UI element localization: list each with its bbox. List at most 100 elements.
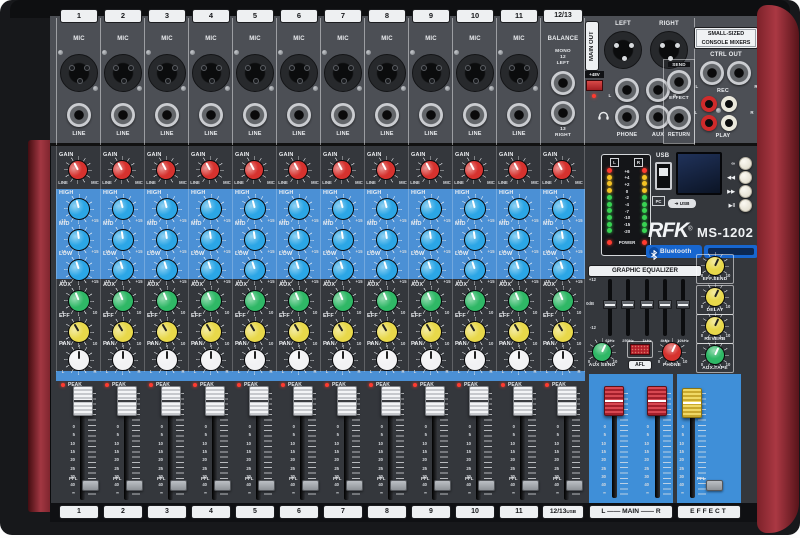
rotary-knob[interactable] [199, 159, 221, 181]
rotary-knob[interactable] [375, 228, 399, 252]
pfl-button[interactable] [126, 480, 143, 491]
line-input-jack[interactable] [111, 103, 135, 127]
rotary-knob[interactable] [419, 348, 443, 372]
rotary-knob[interactable] [243, 348, 267, 372]
fader-cap[interactable] [381, 386, 401, 416]
xlr-mic-connector[interactable] [192, 54, 230, 92]
rotary-knob[interactable] [331, 289, 355, 313]
effect-return-jack[interactable] [667, 106, 691, 130]
main-out-left-xlr[interactable] [604, 31, 642, 69]
rotary-knob[interactable] [419, 159, 441, 181]
rotary-knob[interactable] [551, 289, 575, 313]
rec-left-rca[interactable] [701, 96, 717, 112]
effect-send-jack[interactable] [667, 70, 691, 94]
rotary-knob[interactable] [199, 228, 223, 252]
rotary-knob[interactable] [111, 289, 135, 313]
pfl-button[interactable] [258, 480, 275, 491]
rotary-knob[interactable] [243, 159, 265, 181]
xlr-mic-connector[interactable] [456, 54, 494, 92]
rotary-knob[interactable] [155, 289, 179, 313]
rotary-knob[interactable] [375, 348, 399, 372]
pfl-button[interactable] [302, 480, 319, 491]
rotary-knob[interactable] [287, 228, 311, 252]
rotary-knob[interactable] [67, 197, 91, 221]
xlr-mic-connector[interactable] [324, 54, 362, 92]
rotary-knob[interactable] [111, 197, 135, 221]
rotary-knob[interactable] [155, 159, 177, 181]
ctrl-out-left-jack[interactable] [700, 61, 724, 85]
eq-slider-cap[interactable] [676, 300, 690, 309]
rotary-knob[interactable] [419, 258, 443, 282]
rotary-knob[interactable] [463, 228, 487, 252]
rotary-knob[interactable] [67, 289, 91, 313]
line-input-jack[interactable] [287, 103, 311, 127]
xlr-mic-connector[interactable] [412, 54, 450, 92]
rotary-knob[interactable] [375, 197, 399, 221]
line-input-jack[interactable] [67, 103, 91, 127]
pfl-button[interactable] [478, 480, 495, 491]
play-pause-button[interactable] [739, 199, 752, 212]
rotary-knob[interactable] [375, 159, 397, 181]
fader-cap[interactable] [425, 386, 445, 416]
rotary-knob[interactable] [243, 258, 267, 282]
rotary-knob[interactable] [199, 289, 223, 313]
phones-jack[interactable] [615, 105, 639, 129]
rotary-knob[interactable] [199, 197, 223, 221]
rotary-knob[interactable] [199, 258, 223, 282]
main-left-fader-cap[interactable] [604, 386, 624, 416]
rotary-knob[interactable] [375, 258, 399, 282]
rotary-knob[interactable] [287, 159, 309, 181]
rotary-knob[interactable] [551, 258, 575, 282]
rotary-knob[interactable] [67, 228, 91, 252]
fader-cap[interactable] [205, 386, 225, 416]
next-button[interactable] [739, 185, 752, 198]
rotary-knob[interactable] [155, 197, 179, 221]
rotary-knob[interactable] [507, 258, 531, 282]
phantom-power-switch[interactable] [586, 80, 603, 91]
rotary-knob[interactable] [331, 258, 355, 282]
eq-slider-cap[interactable] [621, 300, 635, 309]
rotary-knob[interactable] [551, 228, 575, 252]
rotary-knob[interactable] [419, 197, 443, 221]
rotary-knob[interactable] [507, 348, 531, 372]
rotary-knob[interactable] [111, 348, 135, 372]
xlr-mic-connector[interactable] [280, 54, 318, 92]
rotary-knob[interactable] [155, 258, 179, 282]
rotary-knob[interactable] [507, 197, 531, 221]
rotary-knob[interactable] [419, 228, 443, 252]
eq-slider-cap[interactable] [658, 300, 672, 309]
rotary-knob[interactable] [67, 348, 91, 372]
xlr-mic-connector[interactable] [500, 54, 538, 92]
rotary-knob[interactable] [67, 159, 89, 181]
rotary-knob[interactable] [551, 197, 575, 221]
rotary-knob[interactable] [463, 197, 487, 221]
rotary-knob[interactable] [111, 159, 133, 181]
rotary-knob[interactable] [155, 228, 179, 252]
afl-button[interactable] [630, 344, 650, 355]
eq-slider-cap[interactable] [603, 300, 617, 309]
pfl-button[interactable] [346, 480, 363, 491]
pfl-button[interactable] [214, 480, 231, 491]
rotary-knob[interactable] [463, 159, 485, 181]
usb-port[interactable] [655, 162, 672, 190]
fader-cap[interactable] [161, 386, 181, 416]
stereo-right-jack[interactable] [551, 101, 575, 125]
rotary-knob[interactable] [331, 197, 355, 221]
rotary-knob[interactable] [67, 258, 91, 282]
rotary-knob[interactable] [419, 289, 443, 313]
line-input-jack[interactable] [375, 103, 399, 127]
rotary-knob[interactable] [243, 228, 267, 252]
pfl-button[interactable] [434, 480, 451, 491]
rotary-knob[interactable] [199, 348, 223, 372]
fader-cap[interactable] [337, 386, 357, 416]
rotary-knob[interactable] [463, 258, 487, 282]
pfl-button[interactable] [566, 480, 583, 491]
ctrl-out-right-jack[interactable] [727, 61, 751, 85]
rotary-knob[interactable] [507, 289, 531, 313]
pfl-button[interactable] [522, 480, 539, 491]
rotary-knob[interactable] [463, 289, 487, 313]
pfl-button[interactable] [390, 480, 407, 491]
rotary-knob[interactable] [463, 348, 487, 372]
xlr-mic-connector[interactable] [60, 54, 98, 92]
line-input-jack[interactable] [331, 103, 355, 127]
